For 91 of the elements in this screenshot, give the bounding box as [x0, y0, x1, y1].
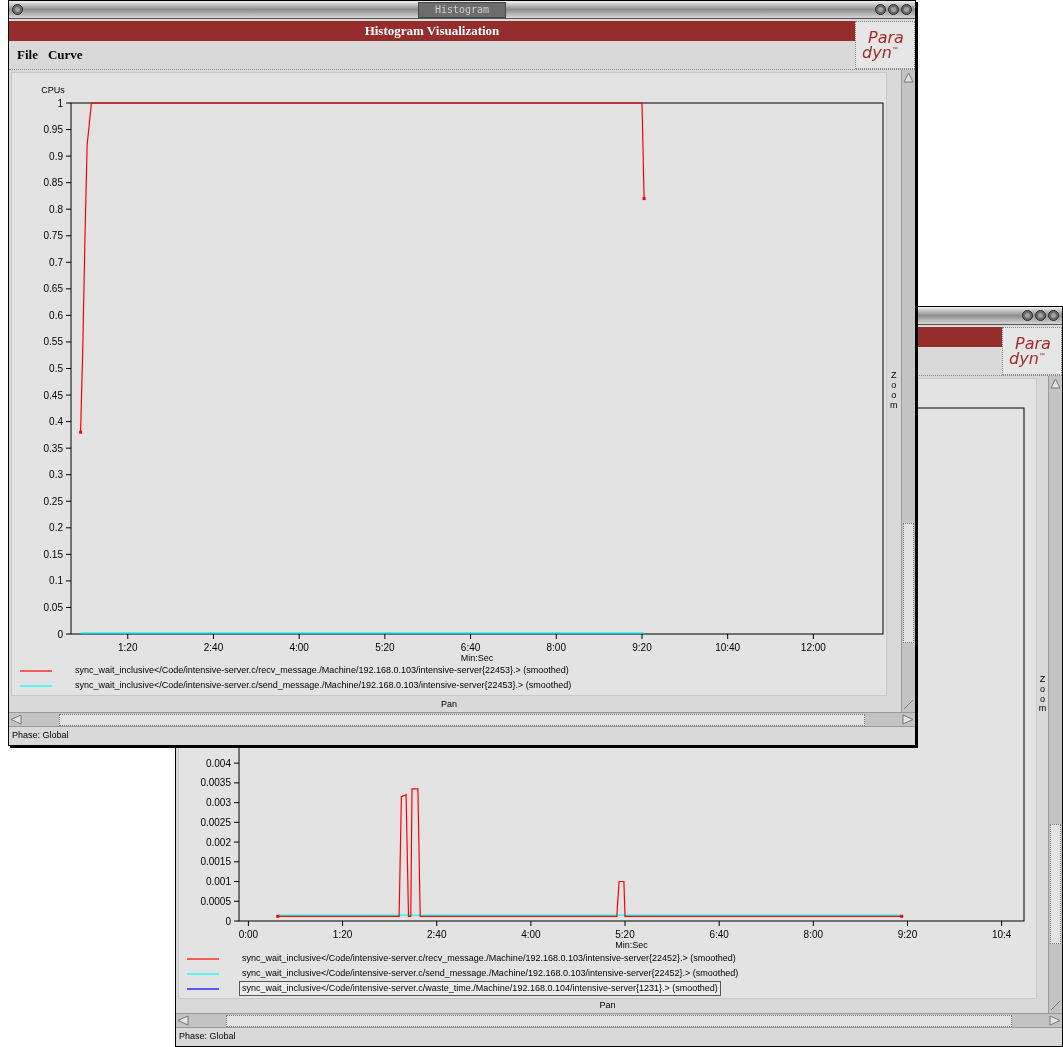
tick-label: 6:40 [709, 929, 729, 940]
tick-label: 0.0015 [200, 856, 231, 868]
tick-label: 0.4 [49, 416, 63, 428]
pan-label: Pan [599, 999, 616, 1013]
tick-label: 0.75 [43, 230, 63, 242]
tick-label: 2:40 [427, 929, 447, 940]
tick-label: 0.003 [205, 797, 231, 809]
tick-label: 8:00 [803, 929, 824, 940]
scroll-thumb[interactable] [59, 713, 865, 726]
tick-label: 0.9 [49, 150, 63, 162]
tick-label: 0 [57, 628, 63, 640]
tick-label: 6:40 [460, 642, 481, 653]
scroll-left-arrow-icon[interactable] [176, 1014, 190, 1027]
status-text: Phase: Global [12, 729, 69, 743]
logo-text: dyn [862, 45, 892, 60]
tick-label: 0.6 [49, 309, 63, 321]
scroll-up-arrow-icon[interactable] [1049, 377, 1062, 390]
tick-label: 0.3 [49, 469, 63, 481]
legend-label[interactable]: sync_wait_inclusive</Code/intensive-server.c/recv_message./Machine/192.168.0.103/intensive-server{22452}.> (smoothed) [239, 951, 739, 966]
scroll-thumb[interactable] [1050, 824, 1061, 944]
pan-label: Pan [441, 698, 457, 712]
tick-label: 8:00 [546, 642, 566, 653]
tick-label: 0.55 [43, 336, 63, 348]
scroll-thumb[interactable] [226, 1014, 1012, 1027]
tick-label: 0.004 [205, 757, 231, 769]
tick-label: 0.7 [49, 256, 63, 268]
axis-label: CPUs [41, 85, 65, 95]
axis-label: Min:Sec [460, 653, 494, 663]
scroll-thumb[interactable] [902, 523, 914, 643]
tick-label: 0.002 [205, 836, 231, 848]
logo-text: Para [868, 30, 905, 45]
tick-label: 0.2 [49, 522, 63, 534]
tick-label: 2:40 [203, 642, 224, 653]
tick-label: 0 [225, 915, 231, 927]
header-bar: Histogram Visualization [9, 21, 855, 41]
window-button-icon[interactable] [875, 4, 886, 15]
legend-label[interactable]: sync_wait_inclusive</Code/intensive-server.c/send_message./Machine/192.168.0.103/intensive-server{22453}.> (smoothed) [72, 678, 575, 693]
tick-label: 12:00 [800, 642, 826, 653]
window-button-icon[interactable] [12, 4, 23, 15]
tick-label: 10:40 [715, 642, 741, 653]
tick-label: 0.05 [43, 601, 63, 613]
tick-label: 9:20 [632, 642, 652, 653]
tick-label: 0.25 [43, 495, 63, 507]
tick-label: 0.35 [43, 442, 63, 454]
tick-label: 0.001 [205, 876, 231, 888]
tick-label: 0.0025 [200, 816, 231, 828]
status-text: Phase: Global [179, 1030, 236, 1044]
tick-label: 0.1 [49, 575, 63, 587]
tick-label: 5:20 [375, 642, 395, 653]
tick-label: 10:4 [991, 929, 1012, 940]
window-button-icon[interactable] [1035, 310, 1046, 321]
tick-label: 0.8 [49, 203, 63, 215]
tick-label: 0.0005 [200, 895, 231, 907]
zoom-label: Zoom [1038, 674, 1047, 715]
scroll-right-arrow-icon[interactable] [1048, 1014, 1062, 1027]
window-button-icon[interactable] [901, 4, 912, 15]
legend-label[interactable]: sync_wait_inclusive</Code/intensive-server.c/waste_time./Machine/192.168.0.104/intensive-server{1231}.> (smoothed) [239, 981, 721, 996]
tick-label: 0.65 [43, 283, 63, 295]
data-point-marker [642, 197, 646, 201]
axis-label: Min:Sec [615, 940, 648, 950]
tick-label: 1:20 [332, 929, 353, 940]
window-button-icon[interactable] [1022, 310, 1033, 321]
menu-item[interactable]: File [17, 45, 38, 65]
tick-label: 5:20 [615, 929, 635, 940]
data-point-marker [900, 914, 904, 918]
tick-label: 4:00 [521, 929, 541, 940]
logo-text: Para [1015, 336, 1052, 351]
data-point-marker [276, 914, 280, 918]
tick-label: 0.95 [43, 124, 63, 136]
scroll-right-arrow-icon[interactable] [901, 713, 915, 726]
tick-label: 0.15 [43, 548, 63, 560]
window-button-icon[interactable] [1048, 310, 1059, 321]
tick-label: 0:00 [238, 929, 259, 940]
tick-label: 0.45 [43, 389, 63, 401]
scroll-left-arrow-icon[interactable] [9, 713, 23, 726]
window-title: Histogram [417, 1, 507, 18]
tick-label: 0.0035 [200, 777, 231, 789]
scroll-up-arrow-icon[interactable] [901, 71, 915, 84]
logo-text: dyn [1009, 351, 1039, 366]
legend-label[interactable]: sync_wait_inclusive</Code/intensive-server.c/send_message./Machine/192.168.0.103/intensive-server{22452}.> (smoothed) [239, 966, 742, 981]
tick-label: 0.85 [43, 177, 63, 189]
tick-label: 4:00 [289, 642, 309, 653]
data-point-marker [79, 430, 83, 434]
tick-label: 0.5 [49, 363, 63, 374]
menu-item[interactable]: Curve [47, 45, 83, 65]
tick-label: 9:20 [897, 929, 918, 940]
legend-label[interactable]: sync_wait_inclusive</Code/intensive-server.c/recv_message./Machine/192.168.0.103/intensive-server{22453}.> (smoothed) [72, 663, 572, 678]
window-button-icon[interactable] [888, 4, 899, 15]
zoom-label: Zoom [889, 371, 899, 411]
tick-label: 1 [57, 97, 63, 109]
tick-label: 1:20 [118, 642, 138, 653]
